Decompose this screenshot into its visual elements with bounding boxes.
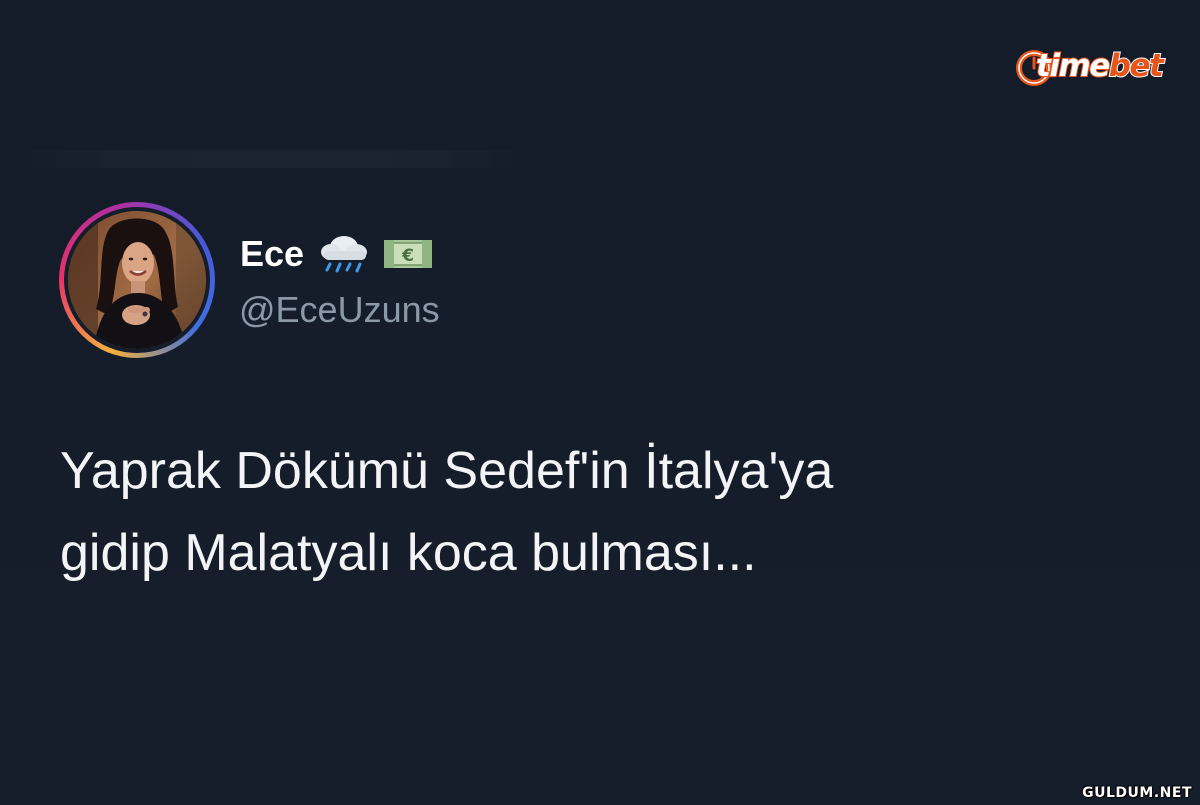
author-name[interactable]: Ece: [240, 232, 304, 276]
avatar-story-ring[interactable]: [59, 202, 215, 358]
cloud-with-rain-icon: [321, 236, 368, 273]
brand-logo-text: timebet: [1035, 46, 1165, 86]
tweet-text: Yaprak Dökümü Sedef'in İtalya'ya gidip M…: [60, 430, 1100, 594]
divider: [0, 150, 540, 168]
brand-logo: timebet: [1016, 40, 1172, 92]
brand-logo-time: time: [1035, 47, 1111, 85]
author-name-row[interactable]: Ece €: [240, 228, 436, 280]
brand-logo-bet: bet: [1108, 47, 1165, 85]
author-handle[interactable]: @EceUzuns: [239, 288, 440, 332]
tweet-screenshot: timebet Ece € @EceUzuns Yaprak Dökümü Se…: [0, 0, 1200, 805]
svg-text:€: €: [401, 246, 414, 266]
watermark: GULDUM.NET: [1082, 785, 1192, 801]
avatar-image: [68, 211, 206, 349]
euro-banknote-icon: €: [384, 240, 433, 268]
tweet-text-line: gidip Malatyalı koca bulması...: [60, 524, 757, 582]
tweet-text-line: Yaprak Dökümü Sedef'in İtalya'ya: [60, 442, 834, 500]
avatar[interactable]: [68, 211, 206, 349]
